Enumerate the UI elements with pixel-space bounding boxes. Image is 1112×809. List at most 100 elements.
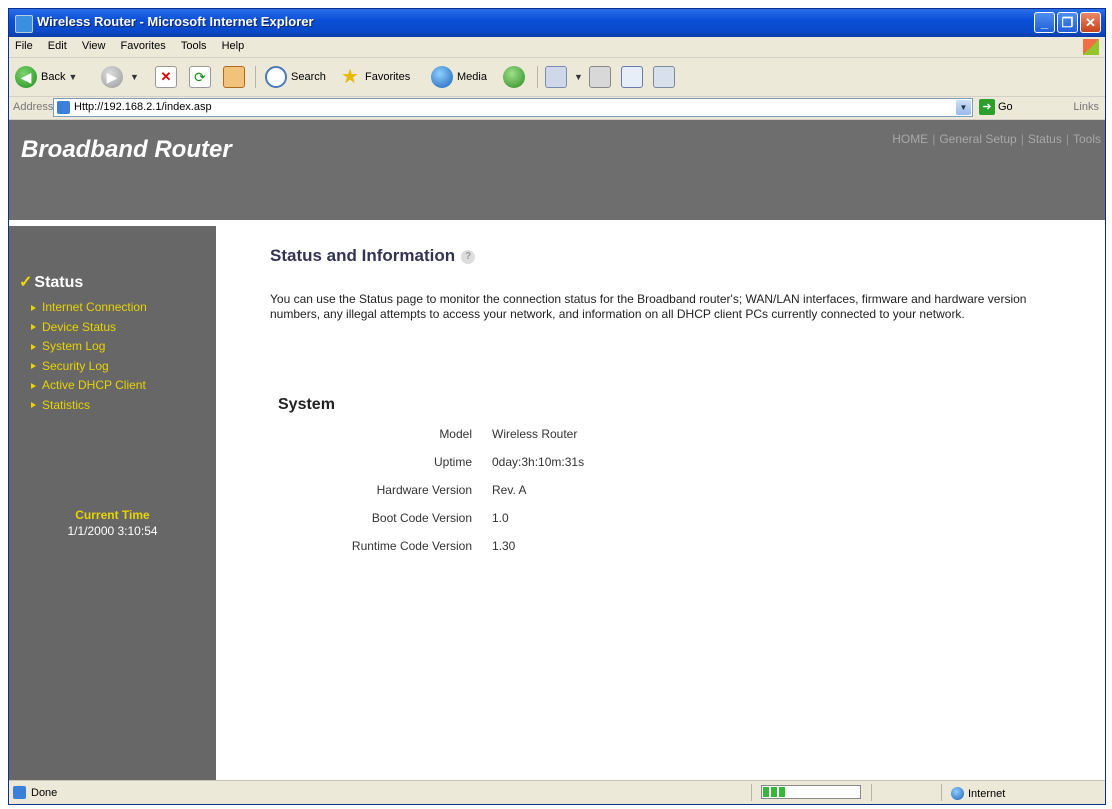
maximize-button[interactable]: ❐ [1057, 12, 1078, 33]
menu-edit[interactable]: Edit [42, 37, 73, 55]
address-dropdown-icon[interactable]: ▼ [956, 100, 971, 115]
uptime-label: Uptime [433, 455, 472, 469]
stop-button[interactable]: ✕ [155, 64, 181, 90]
page-title: Status and Information? [270, 246, 476, 266]
ie-app-icon [15, 15, 33, 33]
address-url[interactable]: Http://192.168.2.1/index.asp [74, 101, 212, 113]
messenger-icon [653, 66, 675, 88]
arrow-right-icon [31, 363, 36, 370]
address-label: Address [13, 101, 54, 113]
edit-button[interactable] [621, 64, 647, 90]
print-button[interactable] [589, 64, 615, 90]
forward-arrow-icon: ▶ [101, 66, 123, 88]
title-bar: Wireless Router - Microsoft Internet Exp… [9, 9, 1105, 37]
favorites-star-icon: ★ [341, 66, 359, 88]
current-time-label: Current Time [75, 508, 150, 522]
brand-title: Broadband Router [21, 136, 232, 163]
home-button[interactable] [223, 64, 249, 90]
sidebar: ✓ Status Internet Connection Device Statu… [9, 226, 216, 780]
nav-home[interactable]: HOME [892, 132, 928, 146]
nav-general-setup[interactable]: General Setup [939, 132, 1016, 146]
media-icon [431, 66, 453, 88]
arrow-right-icon [31, 304, 36, 311]
hardware-version-label: Hardware Version [376, 483, 472, 497]
status-description: You can use the Status page to monitor t… [270, 292, 1027, 321]
messenger-button[interactable] [653, 64, 679, 90]
checkmark-icon: ✓ [19, 274, 33, 291]
back-button[interactable]: ◀ Back ▼ [15, 64, 77, 90]
forward-dropdown-icon[interactable]: ▼ [130, 72, 139, 82]
runtime-code-version-label: Runtime Code Version [351, 539, 472, 553]
nav-tools[interactable]: Tools [1073, 132, 1101, 146]
menu-tools[interactable]: Tools [175, 37, 213, 55]
favorites-label: Favorites [365, 71, 411, 83]
page-icon [57, 101, 70, 114]
runtime-code-version-value: 1.30 [492, 539, 516, 553]
table-row: Hardware Version Rev. A [280, 476, 584, 504]
system-section-title: System [278, 396, 335, 413]
page-content: Broadband Router HOME | General Setup | Stat… [9, 120, 1105, 780]
hardware-version-value: Rev. A [492, 483, 527, 497]
address-input[interactable]: Http://192.168.2.1/index.asp ▼ [53, 98, 973, 117]
status-text: Done [31, 787, 58, 799]
sidebar-item-system-log[interactable]: System Log [31, 337, 147, 357]
security-zone: Internet [951, 787, 1005, 800]
sidebar-item-active-dhcp-client[interactable]: Active DHCP Client [31, 376, 147, 396]
mail-icon [545, 66, 567, 88]
system-info-table: Model Wireless Router Uptime 0day:3h:10m:3… [280, 420, 584, 560]
menu-file[interactable]: File [9, 37, 39, 55]
refresh-button[interactable]: ⟳ [189, 64, 215, 90]
stop-icon: ✕ [155, 66, 177, 88]
favorites-button[interactable]: ★ Favorites [339, 64, 410, 90]
go-label: Go [998, 101, 1013, 113]
edit-icon [621, 66, 643, 88]
mail-dropdown-icon[interactable]: ▼ [574, 72, 583, 82]
sidebar-item-internet-connection[interactable]: Internet Connection [31, 298, 147, 318]
refresh-icon: ⟳ [189, 66, 211, 88]
address-bar: Address Http://192.168.2.1/index.asp ▼ ➜… [9, 97, 1105, 120]
sidebar-item-security-log[interactable]: Security Log [31, 357, 147, 377]
page-done-icon [13, 786, 26, 799]
boot-code-version-label: Boot Code Version [371, 511, 472, 525]
model-value: Wireless Router [492, 427, 578, 441]
menu-help[interactable]: Help [216, 37, 251, 55]
toolbar: ◀ Back ▼ ▶ ▼ ✕ ⟳ Search ★ Favorites Medi… [9, 58, 1105, 97]
forward-button[interactable]: ▶ ▼ [101, 64, 139, 90]
uptime-value: 0day:3h:10m:31s [492, 455, 585, 469]
sidebar-heading[interactable]: ✓ Status [19, 272, 83, 292]
back-arrow-icon: ◀ [15, 66, 37, 88]
menu-favorites[interactable]: Favorites [115, 37, 172, 55]
history-icon [503, 66, 525, 88]
help-icon[interactable]: ? [461, 249, 476, 264]
history-button[interactable] [503, 64, 529, 90]
search-label: Search [291, 71, 326, 83]
top-nav: HOME | General Setup | Status | Tools [892, 132, 1101, 146]
sidebar-item-statistics[interactable]: Statistics [31, 396, 147, 416]
status-bar: Done Internet [9, 780, 1105, 804]
links-button[interactable]: Links [1073, 101, 1099, 113]
mail-button[interactable]: ▼ [545, 64, 583, 90]
table-row: Runtime Code Version 1.30 [280, 532, 584, 560]
table-row: Boot Code Version 1.0 [280, 504, 584, 532]
go-button[interactable]: ➜ Go [979, 99, 1013, 115]
back-dropdown-icon[interactable]: ▼ [68, 72, 77, 82]
model-label: Model [439, 427, 472, 441]
boot-code-version-value: 1.0 [492, 511, 509, 525]
arrow-right-icon [31, 324, 36, 331]
windows-logo-icon [1083, 39, 1099, 55]
main-panel: Status and Information? You can use the … [216, 226, 1105, 780]
zone-label: Internet [968, 787, 1006, 800]
menu-bar: File Edit View Favorites Tools Help [9, 37, 1105, 58]
progress-bar [761, 785, 861, 799]
browser-window: Wireless Router - Microsoft Internet Exp… [8, 8, 1106, 805]
table-row: Model Wireless Router [280, 420, 584, 448]
sidebar-item-device-status[interactable]: Device Status [31, 318, 147, 338]
search-button[interactable]: Search [265, 64, 326, 90]
media-button[interactable]: Media [431, 64, 487, 90]
table-row: Uptime 0day:3h:10m:31s [280, 448, 584, 476]
menu-view[interactable]: View [76, 37, 112, 55]
nav-status[interactable]: Status [1028, 132, 1062, 146]
back-label: Back [41, 71, 66, 83]
minimize-button[interactable]: _ [1034, 12, 1055, 33]
close-button[interactable]: ✕ [1080, 12, 1101, 33]
